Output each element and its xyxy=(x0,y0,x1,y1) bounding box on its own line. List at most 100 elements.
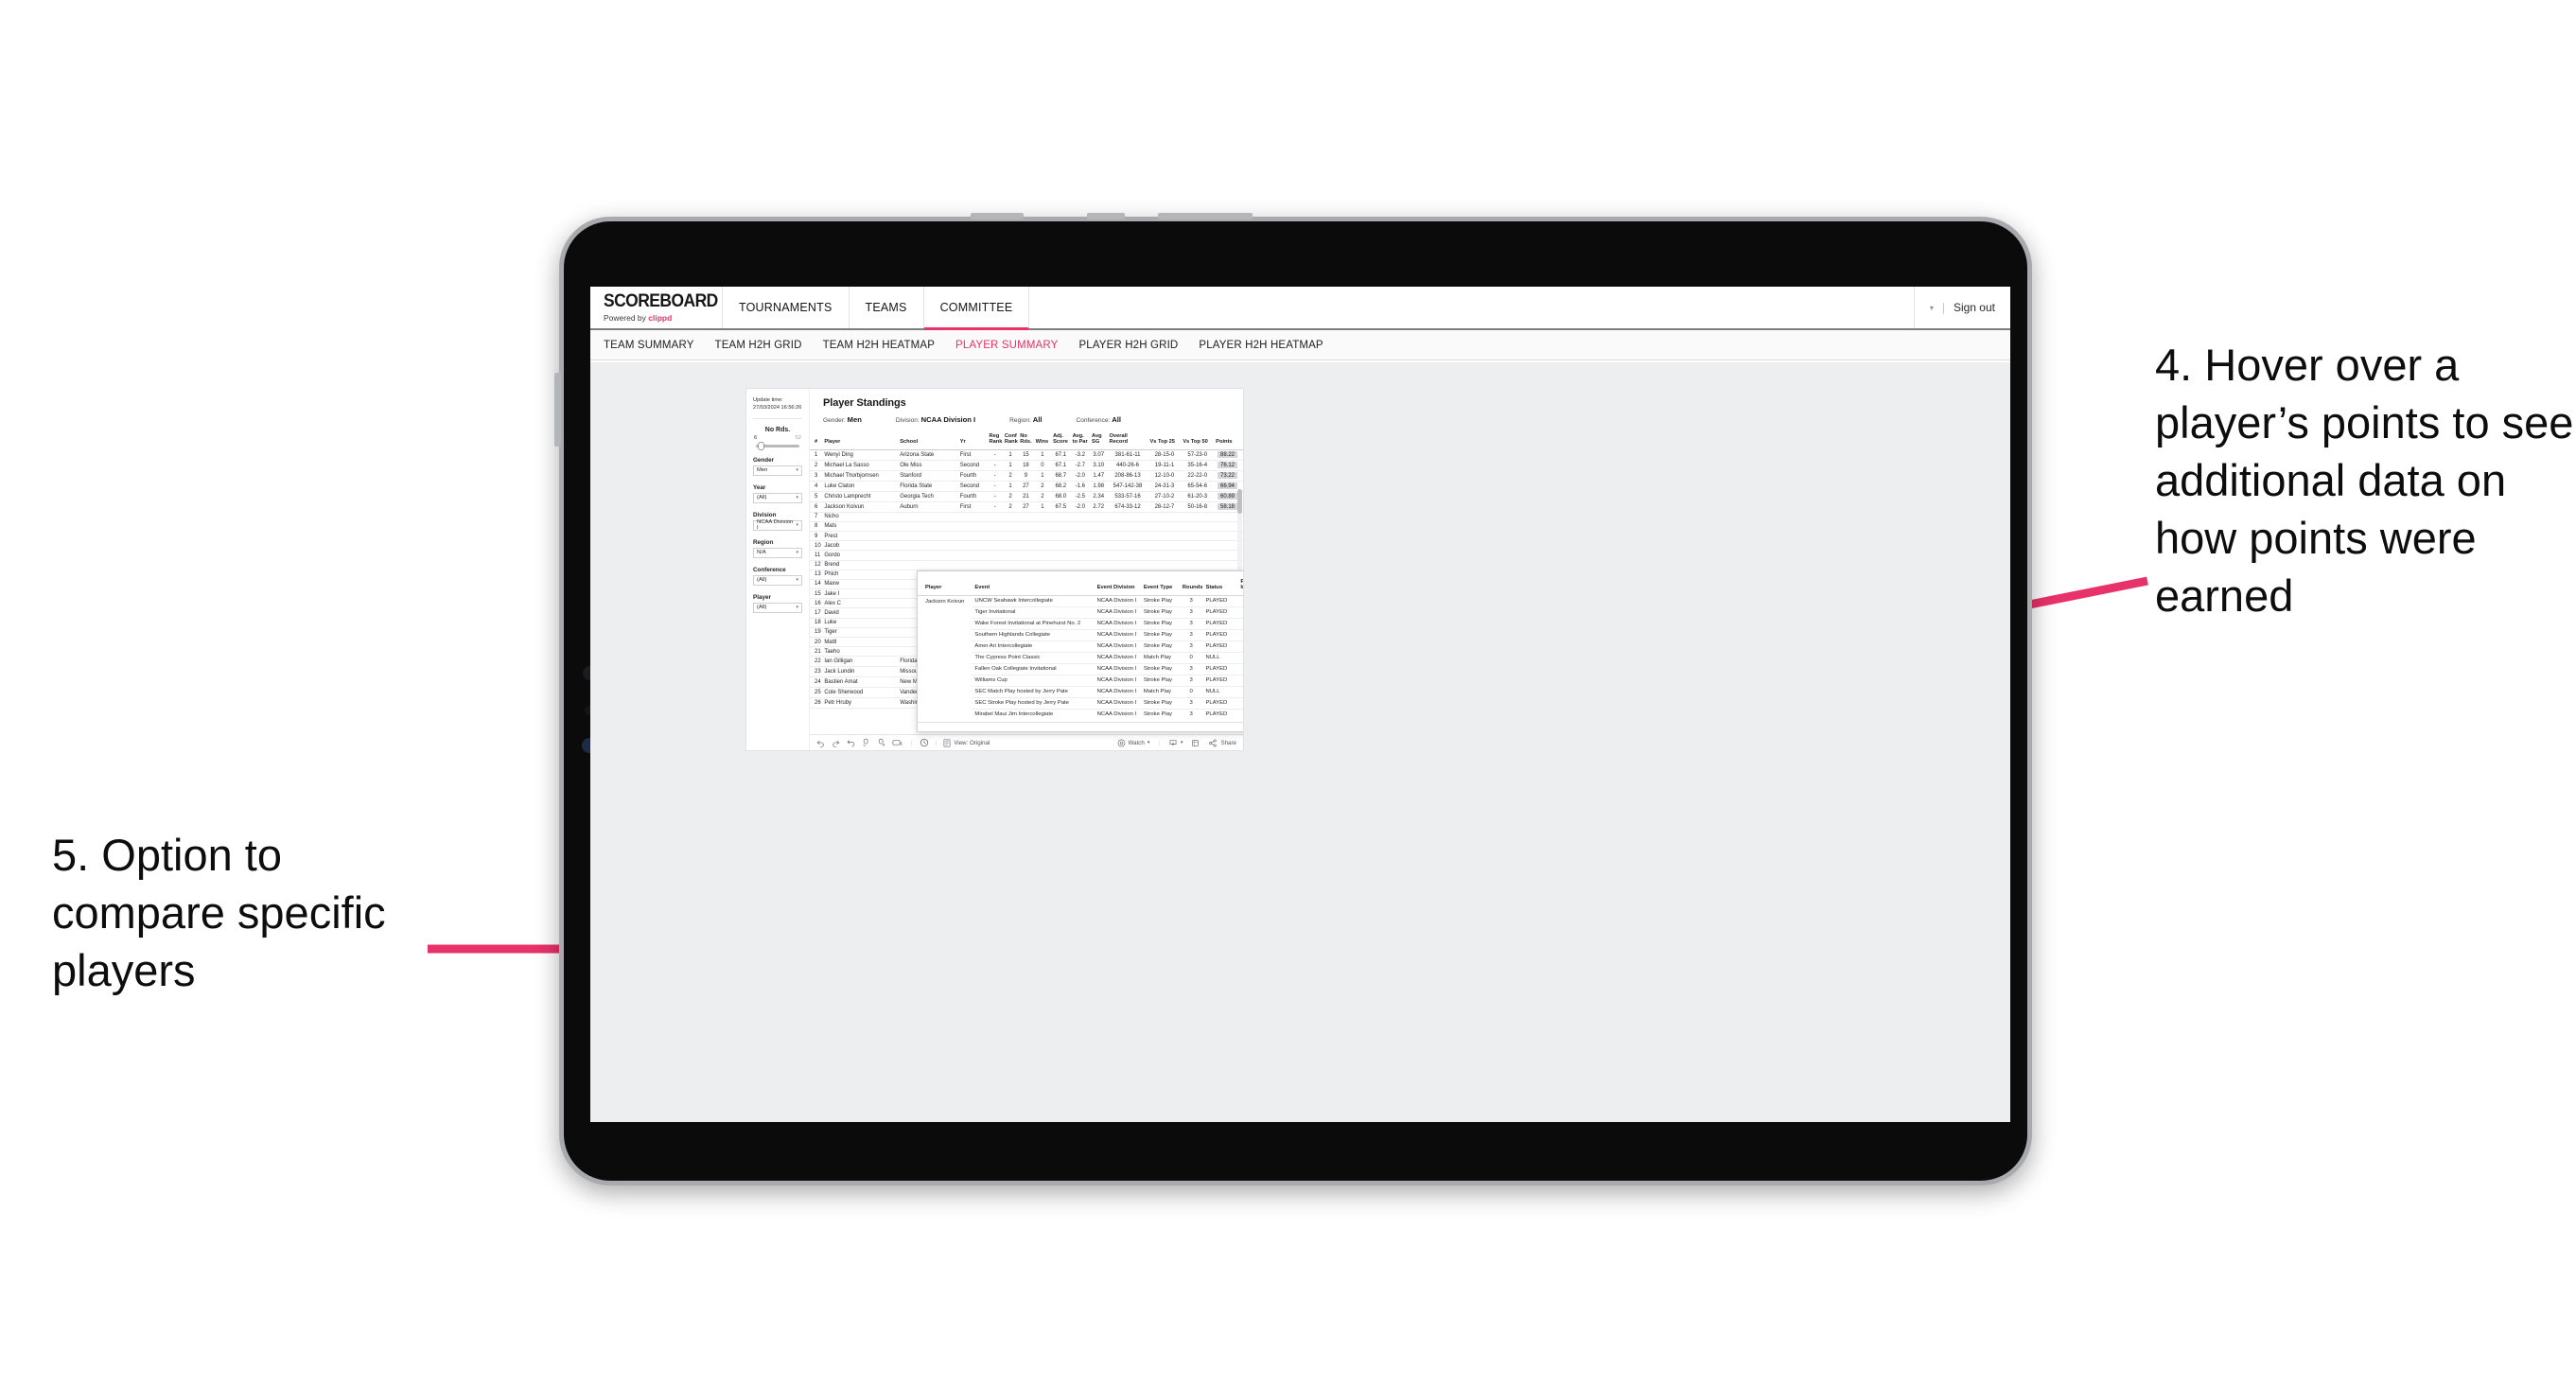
device-preview-icon[interactable] xyxy=(892,739,904,747)
tooltip-rank-impact: + 0 xyxy=(1237,697,1243,710)
table-row[interactable]: 10 Jacob xyxy=(810,540,1243,552)
col-overall-record[interactable]: Overall Record xyxy=(1107,430,1148,450)
filter-division-select[interactable]: NCAA Division I ▾ xyxy=(753,519,802,531)
table-row[interactable]: 2 Michael La Sasso Ole Miss Second -1 18 0 67.1… xyxy=(810,460,1243,471)
col-vs-top-50[interactable]: Vs Top 50 xyxy=(1181,430,1215,450)
filter-region-select[interactable]: N/A ▾ xyxy=(753,547,802,558)
row-index: 9 xyxy=(810,531,823,542)
row-avg-to-par: -2.0 xyxy=(1070,501,1091,513)
row-no-rounds xyxy=(1018,550,1034,561)
redo-icon[interactable] xyxy=(832,739,840,747)
download-button[interactable]: ▾ xyxy=(1168,739,1183,747)
row-index: 2 xyxy=(810,460,823,471)
row-points: 76.12 xyxy=(1214,460,1243,471)
col-conf-rank[interactable]: Conf Rank xyxy=(1002,430,1019,450)
tab-player-h2h-heatmap[interactable]: PLAYER H2H HEATMAP xyxy=(1199,340,1323,351)
tooltip-event-type: Match Play xyxy=(1140,686,1180,698)
tooltip-event: Williams Cup xyxy=(972,675,1095,687)
col-vs-top-25[interactable]: Vs Top 25 xyxy=(1148,430,1182,450)
filter-player-select[interactable]: (All) ▾ xyxy=(753,602,802,613)
tab-team-summary[interactable]: TEAM SUMMARY xyxy=(604,340,694,351)
col-points[interactable]: Points xyxy=(1214,430,1243,450)
row-avg-sg xyxy=(1090,531,1108,542)
points-chip[interactable]: 88.22 xyxy=(1217,451,1237,459)
tab-team-h2h-grid[interactable]: TEAM H2H GRID xyxy=(715,340,802,351)
update-time-value: 27/03/2024 16:56:26 xyxy=(753,405,802,412)
watch-button[interactable]: Watch ▾ xyxy=(1117,739,1150,747)
table-row[interactable]: 12 Brend xyxy=(810,560,1243,570)
row-index: 18 xyxy=(810,618,823,628)
col-wins[interactable]: Wins xyxy=(1033,430,1052,450)
row-player: Petr Hruby xyxy=(822,697,899,710)
tooltip-event: Fallen Oak Collegiate Invitational xyxy=(972,663,1095,675)
tab-team-h2h-heatmap[interactable]: TEAM H2H HEATMAP xyxy=(823,340,935,351)
filter-conference-select[interactable]: (All) ▾ xyxy=(753,574,802,586)
table-row[interactable]: 4 Luke Claton Florida State Second -1 27 2 68.2… xyxy=(810,481,1243,492)
col-index[interactable]: # xyxy=(810,430,823,450)
filter-division-label: Division xyxy=(753,511,777,518)
table-row[interactable]: 9 Prest xyxy=(810,531,1243,542)
points-chip[interactable]: 73.22 xyxy=(1217,472,1237,480)
clock-history-icon[interactable] xyxy=(920,738,929,747)
filter-gender-select[interactable]: Men ▾ xyxy=(753,465,802,476)
table-row[interactable]: 5 Christo Lamprecht Georgia Tech Fourth -2 21… xyxy=(810,491,1243,502)
tooltip-status: PLAYED xyxy=(1202,618,1238,630)
row-vs-top-50: 57-23-0 xyxy=(1181,449,1215,461)
tooltip-row: Williams Cup NCAA Division I Stroke Play 3 P… xyxy=(918,675,1243,687)
pause-auto-update-icon[interactable] xyxy=(877,738,885,747)
points-chip[interactable]: 76.12 xyxy=(1217,462,1237,469)
row-index: 3 xyxy=(810,470,823,482)
filter-year-select[interactable]: (All) ▾ xyxy=(753,492,802,503)
watch-icon xyxy=(1117,739,1125,746)
row-adj-score: 68.0 xyxy=(1051,491,1071,502)
points-chip[interactable]: 60.89 xyxy=(1217,493,1237,500)
nav-tournaments[interactable]: TOURNAMENTS xyxy=(723,287,850,328)
tooltip-event-type: Stroke Play xyxy=(1140,640,1180,653)
refresh-icon[interactable] xyxy=(862,738,870,747)
tab-player-summary[interactable]: PLAYER SUMMARY xyxy=(955,340,1058,351)
slider-handle[interactable] xyxy=(758,442,764,451)
col-avg-sg[interactable]: Avg SG xyxy=(1090,430,1108,450)
row-adj-score xyxy=(1051,531,1071,542)
revert-icon[interactable] xyxy=(847,739,855,747)
header-spacer xyxy=(1029,287,1915,328)
points-chip[interactable]: 58.18 xyxy=(1217,503,1237,510)
scrollbar-thumb[interactable] xyxy=(1237,489,1242,514)
sign-out-link[interactable]: Sign out xyxy=(1954,301,1995,314)
col-player[interactable]: Player xyxy=(822,430,899,450)
row-avg-to-par xyxy=(1070,540,1091,552)
table-row[interactable]: 3 Michael Thorbjornsen Stanford Fourth -2 9 1 6… xyxy=(810,470,1243,482)
view-original-button[interactable]: View: Original xyxy=(943,739,990,747)
chevron-down-icon[interactable]: ▾ xyxy=(1930,304,1934,312)
brand-logo[interactable]: SCOREBOARD Powered by clippd xyxy=(590,287,723,328)
slider-track[interactable] xyxy=(756,442,799,451)
nav-teams[interactable]: TEAMS xyxy=(850,287,924,328)
col-adj-score[interactable]: Adj. Score xyxy=(1051,430,1071,450)
col-school[interactable]: School xyxy=(898,430,958,450)
col-no-rounds[interactable]: No Rds. xyxy=(1018,430,1034,450)
chevron-down-icon: ▾ xyxy=(1147,740,1150,746)
filter-player: Player (All) ▾ xyxy=(753,594,802,613)
col-year[interactable]: Yr xyxy=(957,430,988,450)
row-player: Nicho xyxy=(822,512,899,522)
viz-background: Update time: 27/03/2024 16:56:26 No Rds.… xyxy=(590,362,2010,1122)
tab-player-h2h-grid[interactable]: PLAYER H2H GRID xyxy=(1078,340,1178,351)
row-vs-top-50: 65-54-6 xyxy=(1181,481,1215,492)
points-chip[interactable]: 66.94 xyxy=(1217,482,1237,490)
table-row[interactable]: 1 Wenyi Ding Arizona State First -1 15 1 67.1 -3… xyxy=(810,449,1243,461)
row-wins: 2 xyxy=(1033,491,1052,502)
table-row[interactable]: 8 Mats xyxy=(810,521,1243,532)
fullscreen-icon[interactable] xyxy=(1191,739,1200,747)
share-button[interactable]: Share xyxy=(1208,739,1236,747)
col-avg-to-par[interactable]: Avg. to Par xyxy=(1070,430,1091,450)
undo-icon[interactable] xyxy=(816,739,825,747)
row-player: Jacob xyxy=(822,540,899,552)
table-row[interactable]: 11 Gordo xyxy=(810,550,1243,561)
row-vs-top-25: 24-31-3 xyxy=(1148,481,1182,492)
col-reg-rank[interactable]: Reg Rank xyxy=(987,430,1003,450)
tooltip-status: PLAYED xyxy=(1205,711,1228,718)
table-row[interactable]: 7 Nicho xyxy=(810,512,1243,522)
table-row[interactable]: 6 Jackson Koivun Auburn First -2 27 1 67.5 -2.0 2… xyxy=(810,501,1243,513)
tooltip-status: NULL xyxy=(1202,652,1238,664)
nav-committee[interactable]: COMMITTEE xyxy=(923,287,1030,330)
